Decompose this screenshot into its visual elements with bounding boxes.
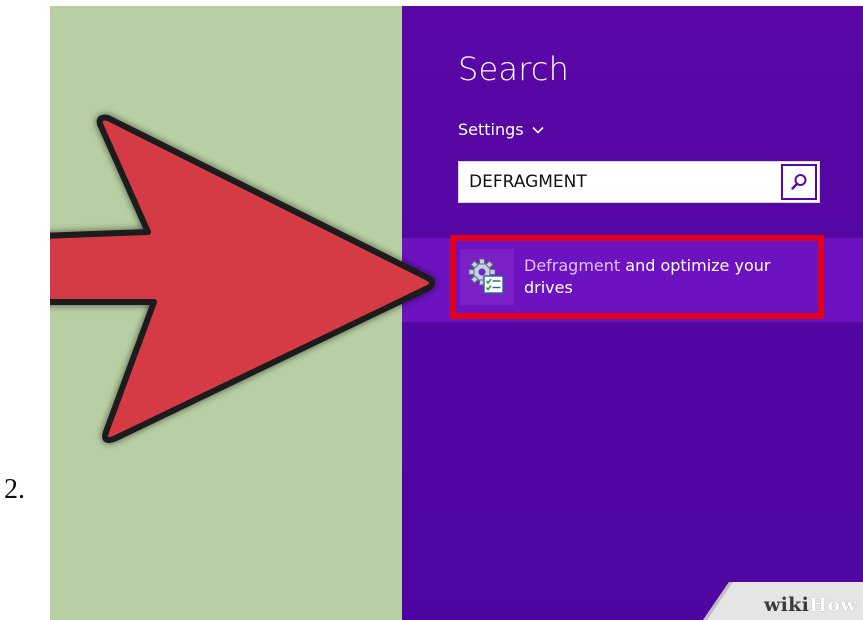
red-arrow-pointer — [50, 114, 435, 443]
step-number: 2. — [4, 474, 25, 505]
screenshot: Search Settings DEFRAGMENT Defragment an… — [50, 6, 863, 620]
